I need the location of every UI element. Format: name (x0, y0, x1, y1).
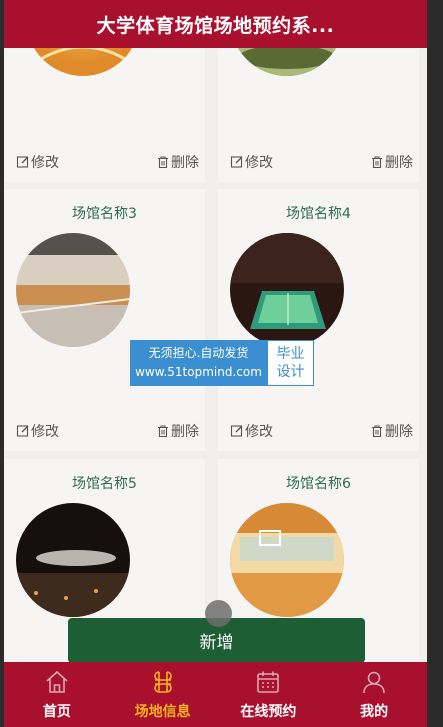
edit-label: 修改 (245, 155, 273, 171)
header-bar: 大学体育场馆场地预约系... (4, 0, 427, 48)
trash-icon (372, 156, 382, 169)
venue-card[interactable]: 场馆名称4 修改 删除 (218, 189, 419, 451)
trash-icon (372, 425, 382, 438)
edit-icon (230, 156, 243, 168)
card-actions: 修改 删除 (218, 152, 419, 172)
delete-button[interactable]: 删除 (370, 152, 413, 172)
delete-label: 删除 (385, 155, 413, 171)
edit-label: 修改 (245, 424, 273, 440)
delete-label: 删除 (385, 424, 413, 440)
delete-button[interactable]: 删除 (156, 152, 199, 172)
delete-button[interactable]: 删除 (156, 421, 199, 441)
edit-icon (230, 425, 243, 437)
tab-booking[interactable]: 在线预约 (216, 662, 322, 727)
watermark-right1: 毕业 (276, 346, 305, 362)
venue-photo[interactable] (230, 233, 344, 347)
home-icon (46, 670, 68, 693)
delete-label: 删除 (171, 155, 199, 171)
venue-name: 场馆名称5 (72, 476, 137, 492)
trash-icon (158, 156, 168, 169)
tab-home[interactable]: 首页 (4, 662, 110, 727)
tab-booking-label: 在线预约 (240, 704, 297, 720)
tab-venue-info[interactable]: 场地信息 (110, 662, 216, 727)
trash-icon (158, 425, 168, 438)
venue-photo[interactable] (16, 503, 130, 617)
edit-button[interactable]: 修改 (230, 152, 273, 172)
calendar-icon (257, 671, 280, 693)
delete-button[interactable]: 删除 (370, 421, 413, 441)
watermark-right2: 设计 (276, 364, 305, 380)
venue-card[interactable]: 场馆名称3 修改 删除 (4, 189, 205, 451)
edit-button[interactable]: 修改 (16, 421, 59, 441)
venue-name: 场馆名称4 (286, 206, 351, 222)
tab-home-label: 首页 (42, 704, 71, 720)
floating-dot[interactable] (205, 600, 232, 627)
tab-mine[interactable]: 我的 (321, 662, 427, 727)
app-screen: 大学体育场馆场地预约系... 修改 删除 修改 删除 场馆名称3 修改 删除 场… (4, 0, 427, 727)
tab-mine-label: 我的 (360, 704, 389, 720)
edit-icon (16, 425, 29, 437)
tab-venue-info-label: 场地信息 (134, 704, 191, 720)
watermark-banner: 无须担心.自动发货 www.51topmind.com 毕业 设计 (130, 340, 314, 386)
edit-icon (16, 156, 29, 168)
card-actions: 修改 删除 (218, 421, 419, 441)
bottom-tabbar: 首页 场地信息 在线预约 我的 (4, 662, 427, 727)
edit-label: 修改 (31, 424, 59, 440)
venue-name: 场馆名称3 (72, 206, 137, 222)
venue-photo[interactable] (16, 233, 130, 347)
edit-label: 修改 (31, 155, 59, 171)
card-actions: 修改 删除 (4, 152, 205, 172)
knot-icon (153, 671, 172, 693)
watermark-line2: www.51topmind.com (135, 365, 262, 379)
venue-photo[interactable] (230, 503, 344, 617)
watermark-right: 毕业 设计 (267, 340, 314, 386)
delete-label: 删除 (171, 424, 199, 440)
page-title: 大学体育场馆场地预约系... (96, 14, 335, 37)
watermark-left: 无须担心.自动发货 www.51topmind.com (130, 340, 267, 386)
user-icon (363, 671, 385, 694)
watermark-line1: 无须担心.自动发货 (148, 346, 249, 360)
edit-button[interactable]: 修改 (230, 421, 273, 441)
card-actions: 修改 删除 (4, 421, 205, 441)
edit-button[interactable]: 修改 (16, 152, 59, 172)
venue-name: 场馆名称6 (286, 476, 351, 492)
